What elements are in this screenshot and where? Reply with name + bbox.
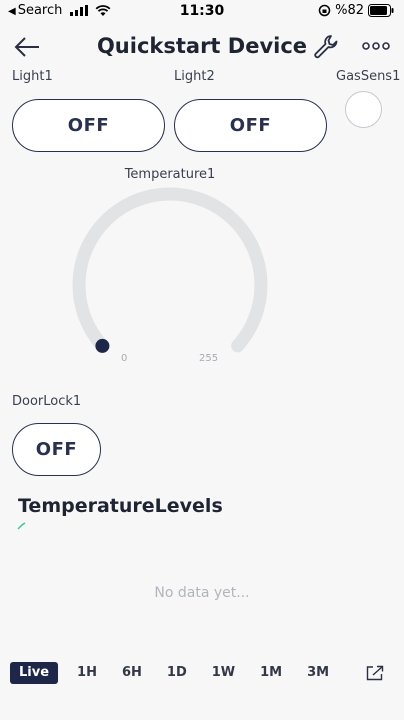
tab-1m[interactable]: 1M	[254, 662, 288, 684]
gauge-track	[72, 187, 268, 353]
export-icon[interactable]	[366, 665, 384, 681]
tab-1w[interactable]: 1W	[206, 662, 241, 684]
tab-3m[interactable]: 3M	[301, 662, 335, 684]
time-range-tabs: Live 1H 6H 1D 1W 1M 3M	[10, 662, 348, 684]
tab-1h[interactable]: 1H	[71, 662, 103, 684]
light1-label: Light1	[12, 69, 53, 84]
tab-6h[interactable]: 6H	[116, 662, 148, 684]
gauge-max-label: 255	[199, 353, 219, 364]
doorlock-toggle[interactable]: OFF	[12, 423, 101, 476]
more-options-icon[interactable]	[360, 36, 392, 56]
battery-percent: %82	[335, 3, 364, 18]
status-right: %82	[318, 3, 394, 18]
gauge-min-label: 0	[121, 353, 128, 364]
status-bar: ◀ Search 11:30 %82	[0, 0, 404, 22]
chart-empty-message: No data yet...	[154, 585, 250, 601]
doorlock-label: DoorLock1	[12, 394, 82, 409]
app-header: Quickstart Device	[0, 24, 404, 70]
chart-title: TemperatureLevels	[18, 495, 223, 517]
tab-1d[interactable]: 1D	[161, 662, 193, 684]
light2-toggle[interactable]: OFF	[174, 99, 327, 152]
temperature-gauge	[72, 187, 268, 353]
gas-sensor-label: GasSens1	[336, 69, 401, 84]
orientation-lock-icon	[318, 4, 331, 17]
chart-trend-icon	[17, 522, 26, 530]
light2-label: Light2	[174, 69, 215, 84]
wrench-icon[interactable]	[312, 33, 340, 61]
battery-icon	[368, 4, 394, 17]
gauge-knob	[95, 338, 110, 353]
light1-toggle[interactable]: OFF	[12, 99, 165, 152]
tab-live[interactable]: Live	[10, 662, 59, 684]
gas-sensor-led	[345, 91, 382, 128]
page-title: Quickstart Device	[96, 34, 308, 58]
